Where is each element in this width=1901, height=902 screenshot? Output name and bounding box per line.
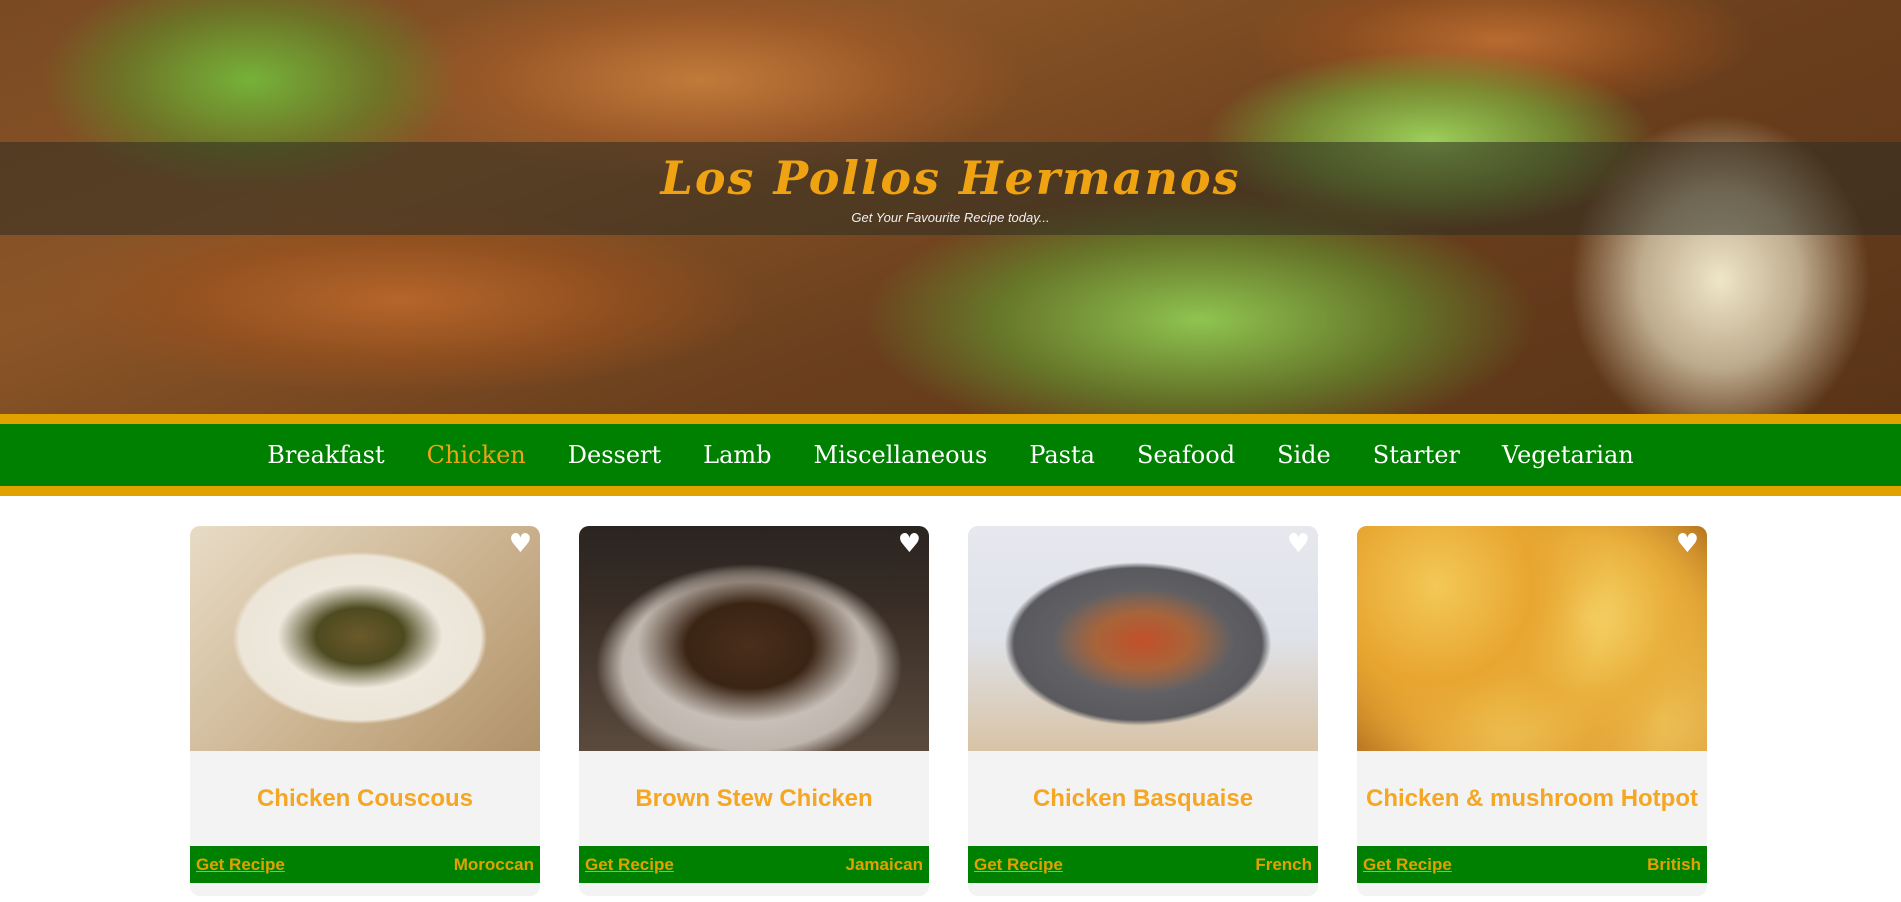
heart-icon[interactable]: ♥: [1676, 530, 1699, 558]
cuisine-label: Jamaican: [845, 854, 924, 874]
heart-icon[interactable]: ♥: [898, 530, 921, 558]
nav-item-chicken[interactable]: Chicken: [427, 441, 526, 469]
nav-item-lamb[interactable]: Lamb: [703, 441, 771, 469]
nav-item-dessert[interactable]: Dessert: [568, 441, 661, 469]
recipe-title: Chicken Couscous: [256, 784, 474, 812]
recipe-card: ♥ Chicken Basquaise Get Recipe French: [968, 526, 1318, 896]
recipe-card: ♥ Brown Stew Chicken Get Recipe Jamaican: [579, 526, 929, 896]
cuisine-label: Moroccan: [453, 854, 534, 874]
nav-item-miscellaneous[interactable]: Miscellaneous: [814, 441, 988, 469]
heart-icon[interactable]: ♥: [1287, 530, 1310, 558]
recipe-title: Brown Stew Chicken: [635, 784, 873, 812]
nav-item-side[interactable]: Side: [1277, 441, 1331, 469]
site-tagline: Get Your Favourite Recipe today...: [851, 210, 1050, 225]
recipe-card: ♥ Chicken & mushroom Hotpot Get Recipe B…: [1357, 526, 1707, 896]
recipe-image: ♥: [579, 526, 929, 751]
cuisine-label: British: [1647, 854, 1701, 874]
nav-item-starter[interactable]: Starter: [1373, 441, 1460, 469]
recipe-footer: Get Recipe British: [1357, 846, 1707, 883]
nav-item-breakfast[interactable]: Breakfast: [267, 441, 384, 469]
nav-item-pasta[interactable]: Pasta: [1029, 441, 1095, 469]
recipe-title: Chicken Basquaise: [1032, 784, 1254, 812]
site-title: Los Pollos Hermanos: [660, 151, 1241, 205]
heart-icon[interactable]: ♥: [509, 530, 532, 558]
recipe-image: ♥: [190, 526, 540, 751]
recipe-card: ♥ Chicken Couscous Get Recipe Moroccan: [190, 526, 540, 896]
category-nav: Breakfast Chicken Dessert Lamb Miscellan…: [0, 414, 1901, 496]
cuisine-label: French: [1255, 854, 1312, 874]
get-recipe-link[interactable]: Get Recipe: [585, 855, 674, 875]
recipe-footer: Get Recipe Jamaican: [579, 846, 929, 883]
recipe-grid: ♥ Chicken Couscous Get Recipe Moroccan ♥…: [0, 496, 1901, 902]
nav-item-seafood[interactable]: Seafood: [1137, 441, 1235, 469]
nav-item-vegetarian[interactable]: Vegetarian: [1502, 441, 1634, 469]
recipe-image: ♥: [1357, 526, 1707, 751]
get-recipe-link[interactable]: Get Recipe: [196, 855, 285, 875]
recipe-footer: Get Recipe Moroccan: [190, 846, 540, 883]
recipe-image: ♥: [968, 526, 1318, 751]
hero-banner: Los Pollos Hermanos Get Your Favourite R…: [0, 0, 1901, 414]
hero-title-band: Los Pollos Hermanos Get Your Favourite R…: [0, 142, 1901, 235]
recipe-title: Chicken & mushroom Hotpot: [1365, 784, 1698, 812]
get-recipe-link[interactable]: Get Recipe: [974, 855, 1063, 875]
recipe-footer: Get Recipe French: [968, 846, 1318, 883]
get-recipe-link[interactable]: Get Recipe: [1363, 855, 1452, 875]
